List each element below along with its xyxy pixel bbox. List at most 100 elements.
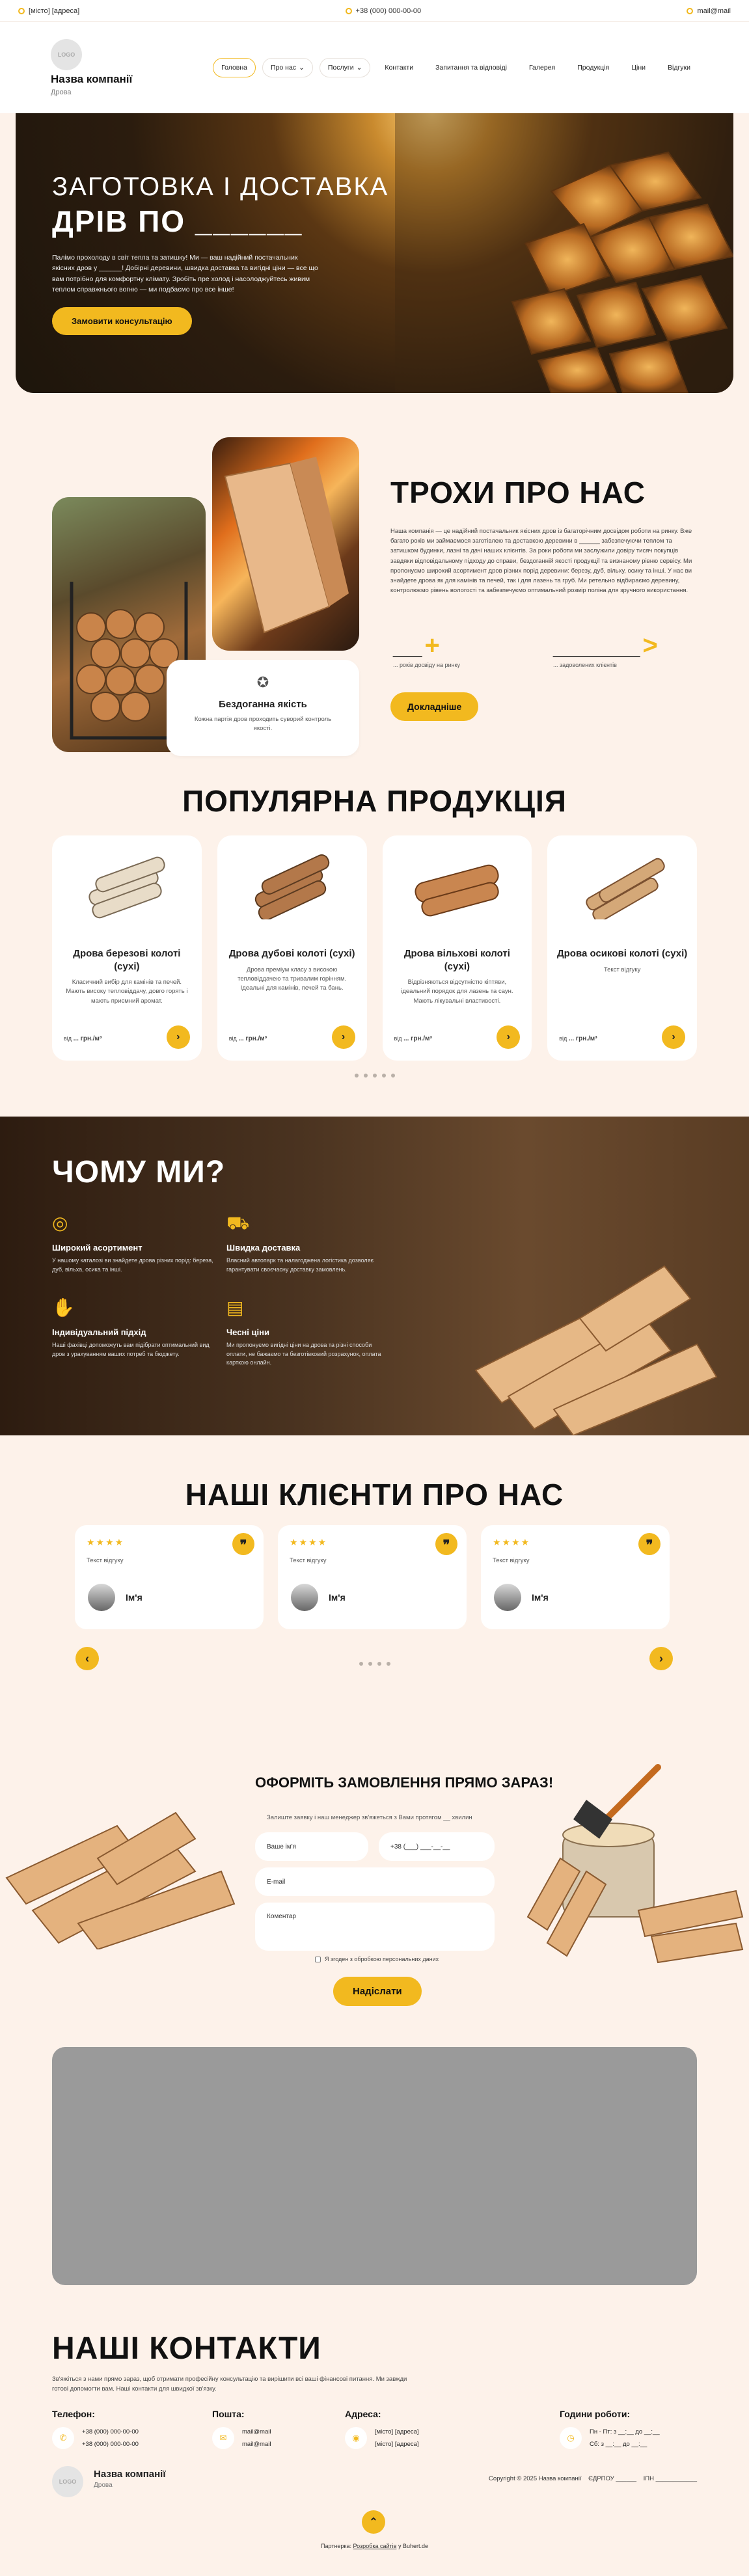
pagination-dot[interactable] (372, 1074, 377, 1078)
pagination-dot[interactable] (359, 1662, 363, 1666)
arrow-right-icon[interactable]: › (497, 1025, 521, 1049)
product-card[interactable]: Дрова осикові колоті (сухі) Текст відгук… (547, 835, 697, 1061)
nav-services-label: Послуги (327, 64, 354, 72)
review-text: Текст відгуку (87, 1557, 124, 1564)
phone-icon (345, 7, 352, 14)
scroll-top-button[interactable]: ⌃ (362, 2510, 385, 2534)
dev-link[interactable]: Розробка сайтів (353, 2543, 397, 2549)
mail-value[interactable]: mail@mail (242, 2426, 271, 2438)
reviews-prev-button[interactable]: ‹ (75, 1647, 99, 1670)
phone-icon: ✆ (52, 2427, 74, 2449)
quality-title: Бездоганна якість (219, 699, 307, 710)
nav-faq[interactable]: Запитання та відповіді (428, 58, 515, 77)
pagination-dot[interactable] (354, 1074, 359, 1078)
name-field[interactable]: Ваше ім'я (255, 1832, 368, 1861)
hero-text: Палімо прохолоду в світ тепла та затишку… (52, 254, 318, 293)
review-name: Ім'я (126, 1592, 143, 1603)
footer-logo[interactable]: LOGO (52, 2466, 83, 2497)
why-item-title: Чесні ціни (226, 1327, 269, 1337)
pagination-dot[interactable] (377, 1662, 381, 1666)
email-field[interactable]: E-mail (255, 1867, 495, 1896)
nav-reviews[interactable]: Відгуки (660, 58, 698, 77)
hero-title: ЗАГОТОВКА І ДОСТАВКА ДРІВ ПО ______ (52, 170, 388, 241)
rating-stars: ★★★★ (87, 1537, 125, 1547)
stat-years-label: ... років досвіду на ринку (393, 662, 461, 668)
email-item[interactable]: mail@mail (687, 7, 731, 15)
edrpou: ЄДРПОУ ______ (588, 2475, 637, 2482)
assortment-icon: ◎ (52, 1213, 68, 1233)
product-desc: Текст відгуку (603, 966, 641, 973)
topbar-email[interactable]: mail@mail (697, 7, 731, 15)
location-icon (18, 7, 25, 14)
address-item: [місто] [адреса] (18, 7, 79, 15)
brand[interactable]: LOGO Назва компанії Дрова (51, 39, 161, 96)
reviews-pagination[interactable] (0, 1662, 749, 1666)
product-card[interactable]: Дрова дубові колоті (сухі) Дрова преміум… (217, 835, 367, 1061)
product-image (392, 845, 523, 923)
product-desc: Класичний вибір для камінів та печей. Ма… (66, 979, 188, 1005)
why-grid: ◎ Широкий асортимент У нашому каталозі ви … (52, 1209, 389, 1368)
document-icon: ▤ (226, 1297, 244, 1318)
phone-field[interactable]: +38 (___) ___-__-__ (379, 1832, 495, 1861)
arrow-right-icon[interactable]: › (331, 1025, 355, 1049)
arrow-right-icon[interactable]: › (166, 1025, 190, 1049)
product-image (226, 845, 358, 923)
copyright: Copyright © 2025 Назва компанії (489, 2475, 582, 2482)
logo[interactable]: LOGO (51, 39, 82, 70)
consultation-button[interactable]: Замовити консультацію (52, 307, 192, 335)
handshake-icon: ✋ (52, 1297, 75, 1318)
chevron-down-icon: ⌄ (299, 64, 305, 72)
split-logs-image (474, 1265, 718, 1435)
price-value: ... грн./м³ (238, 1035, 267, 1042)
submit-button[interactable]: Надіслати (333, 1977, 422, 2006)
pagination-dot[interactable] (386, 1662, 390, 1666)
mail-value[interactable]: mail@mail (242, 2438, 271, 2450)
nav-about[interactable]: Про нас ⌄ (262, 58, 313, 77)
product-desc: Дрова преміум класу з високою тепловідда… (238, 966, 347, 992)
products-list: Дрова березові колоті (сухі) Класичний в… (0, 835, 749, 1061)
why-item: ✋ Індивідуальний підхід Наші фахівці допом… (52, 1294, 215, 1368)
why-item: ▤ Чесні ціни Ми пропонуємо вигідні ціни на… (226, 1294, 389, 1368)
products-pagination[interactable] (0, 1074, 749, 1078)
phone-item[interactable]: +38 (000) 000-00-00 (345, 7, 422, 15)
avatar (88, 1584, 115, 1611)
product-card[interactable]: Дрова вільхові колоті (сухі) Відрізняють… (382, 835, 532, 1061)
topbar-phone[interactable]: +38 (000) 000-00-00 (356, 7, 422, 15)
nav-services[interactable]: Послуги ⌄ (319, 58, 371, 77)
greater-icon: > (642, 631, 658, 660)
developer-credit: Партнерка: Розробка сайтів у Buhert.de (0, 2543, 749, 2549)
comment-field[interactable]: Коментар (255, 1903, 495, 1951)
nav-contacts[interactable]: Контакти (377, 58, 421, 77)
review-name: Ім'я (532, 1592, 549, 1603)
nav-products[interactable]: Продукція (569, 58, 617, 77)
contacts-phone-heading: Телефон: (52, 2409, 95, 2419)
pagination-dot[interactable] (368, 1662, 372, 1666)
product-name: Дрова березові колоті (сухі) (73, 948, 181, 972)
nav-prices[interactable]: Ціни (623, 58, 653, 77)
consent-checkbox[interactable]: Я згоден з обробкою персональних даних (315, 1956, 439, 1962)
site-header: LOGO Назва компанії Дрова Головна Про на… (0, 22, 749, 113)
quality-desc: Кожна партія дров проходить суворий конт… (194, 716, 332, 733)
why-item-title: Широкий асортимент (52, 1243, 143, 1253)
pagination-dot[interactable] (363, 1074, 368, 1078)
map-placeholder[interactable] (52, 2047, 697, 2285)
mail-icon: ✉ (212, 2427, 234, 2449)
reviews-section: НАШІ КЛІЄНТИ ПРО НАС ★★★★ ❞ Текст відгук… (0, 1435, 749, 1761)
product-card[interactable]: Дрова березові колоті (сухі) Класичний в… (52, 835, 202, 1061)
phone-value[interactable]: +38 (000) 000-00-00 (82, 2426, 139, 2438)
arrow-right-icon[interactable]: › (662, 1025, 685, 1049)
pagination-dot[interactable] (390, 1074, 395, 1078)
price-value: ... грн./м³ (403, 1035, 432, 1042)
more-button[interactable]: Докладніше (390, 692, 479, 721)
topbar-address: [місто] [адреса] (29, 7, 80, 15)
nav-home[interactable]: Головна (213, 58, 256, 77)
nav-gallery[interactable]: Галерея (521, 58, 563, 77)
address-value: [місто] [адреса] (375, 2428, 419, 2435)
quote-icon: ❞ (638, 1533, 660, 1555)
oak-logs-icon (254, 854, 329, 919)
pagination-dot[interactable] (381, 1074, 386, 1078)
reviews-next-button[interactable]: › (649, 1647, 673, 1670)
checkbox[interactable] (315, 1956, 321, 1962)
nav-about-label: Про нас (271, 64, 297, 72)
phone-value[interactable]: +38 (000) 000-00-00 (82, 2438, 139, 2450)
